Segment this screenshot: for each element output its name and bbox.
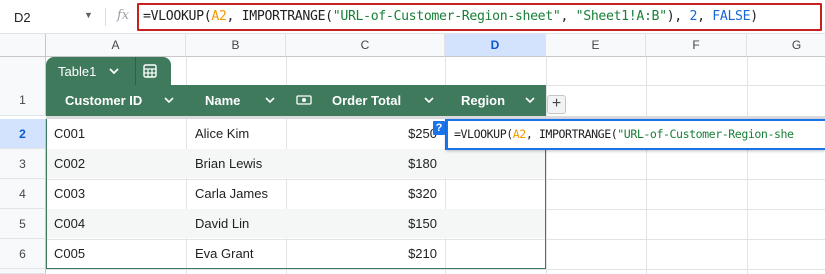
formula-cell-ref: A2 [211, 9, 227, 24]
formula-text: =VLOOKUP(A2, IMPORTRANGE("URL-of-Custome… [143, 9, 758, 24]
table-header-row: Customer ID Name Order Total Region [46, 85, 546, 116]
formula-help-button[interactable]: ? [433, 121, 445, 135]
cell-order-total[interactable]: $150 [347, 216, 437, 231]
column-header-e[interactable]: E [546, 34, 646, 57]
row-header-2[interactable]: 2 [0, 119, 46, 149]
table-name-tab[interactable]: Table1 [46, 57, 171, 85]
chevron-down-icon[interactable] [523, 93, 537, 107]
caret-down-icon[interactable]: ▼ [84, 10, 93, 20]
table-name: Table1 [58, 64, 97, 79]
row-header-1[interactable]: 1 [0, 85, 46, 116]
column-header-b[interactable]: B [186, 34, 286, 57]
grid-line [46, 269, 825, 270]
formula-url-string: "URL-of-Customer-Region-she [617, 127, 794, 141]
table-column-name[interactable]: Name [186, 85, 286, 116]
cell-order-total[interactable]: $180 [347, 156, 437, 171]
chevron-down-icon[interactable] [422, 93, 436, 107]
table-column-label: Customer ID [65, 93, 143, 108]
column-header-g[interactable]: G [747, 34, 825, 57]
cell-editor-formula: =VLOOKUP(A2, IMPORTRANGE("URL-of-Custome… [454, 127, 794, 141]
column-header-f[interactable]: F [646, 34, 747, 57]
formula-boolean: FALSE [712, 9, 751, 24]
formula-cell-ref: A2 [512, 127, 527, 141]
column-header-a[interactable]: A [46, 34, 186, 57]
row-header-3[interactable]: 3 [0, 149, 46, 179]
row-header-5[interactable]: 5 [0, 209, 46, 239]
table-tab-divider [135, 57, 136, 85]
formula-separator: , IMPORTRANGE( [226, 9, 334, 24]
chevron-down-icon[interactable] [162, 93, 176, 107]
select-all-corner[interactable] [0, 34, 46, 57]
cell-name[interactable]: Carla James [195, 186, 268, 201]
formula-function: =VLOOKUP( [454, 127, 513, 141]
row-header-7 [0, 269, 46, 274]
formula-input[interactable]: =VLOOKUP(A2, IMPORTRANGE("URL-of-Custome… [137, 3, 822, 31]
row-header-6[interactable]: 6 [0, 239, 46, 269]
formula-bar-divider [105, 8, 106, 26]
formula-separator: ), [666, 9, 690, 24]
grid-line [646, 57, 647, 274]
formula-close-paren: ) [750, 9, 758, 24]
currency-icon [296, 95, 312, 105]
column-header-d[interactable]: D [445, 34, 546, 57]
formula-separator: , [560, 9, 576, 24]
formula-separator: , [697, 9, 713, 24]
cell-name[interactable]: Brian Lewis [195, 156, 262, 171]
fx-icon: fx [117, 8, 130, 23]
cell-order-total[interactable]: $210 [347, 246, 437, 261]
cell-name[interactable]: Eva Grant [195, 246, 254, 261]
add-column-button[interactable]: + [547, 95, 566, 114]
chevron-down-icon[interactable] [263, 93, 277, 107]
formula-url-string: "URL-of-Customer-Region-sheet" [332, 9, 561, 24]
formula-bar: D2 ▼ fx =VLOOKUP(A2, IMPORTRANGE("URL-of… [0, 0, 825, 34]
cell-customer-id[interactable]: C005 [54, 246, 85, 261]
chevron-down-icon[interactable] [106, 63, 122, 79]
formula-column-index: 2 [689, 9, 698, 24]
formula-separator: , IMPORTRANGE( [525, 127, 618, 141]
name-box[interactable]: D2 ▼ [0, 4, 104, 30]
table-column-order-total[interactable]: Order Total [286, 85, 445, 116]
row-header-spacer [0, 57, 46, 85]
formula-range-string: "Sheet1!A:B" [575, 9, 667, 24]
table-column-label: Name [205, 93, 241, 108]
grid-line [546, 57, 547, 274]
cell-name[interactable]: Alice Kim [195, 126, 249, 141]
cell-editor[interactable]: =VLOOKUP(A2, IMPORTRANGE("URL-of-Custome… [446, 119, 825, 150]
table-row: C004 David Lin $150 [47, 209, 545, 238]
table-row: C003 Carla James $320 [47, 179, 545, 208]
cell-customer-id[interactable]: C002 [54, 156, 85, 171]
formula-function: =VLOOKUP( [143, 9, 212, 24]
table-column-label: Order Total [332, 93, 402, 108]
column-header-c[interactable]: C [286, 34, 445, 57]
cell-customer-id[interactable]: C001 [54, 126, 85, 141]
table-column-label: Region [461, 93, 506, 108]
cell-order-total[interactable]: $320 [347, 186, 437, 201]
table-row: C002 Brian Lewis $180 [47, 149, 545, 178]
cell-customer-id[interactable]: C004 [54, 216, 85, 231]
name-box-value: D2 [14, 10, 31, 25]
table-column-customer-id[interactable]: Customer ID [46, 85, 186, 116]
cell-name[interactable]: David Lin [195, 216, 249, 231]
grid-icon[interactable] [142, 63, 158, 79]
table-column-region[interactable]: Region [445, 85, 546, 116]
cell-order-total[interactable]: $250 [347, 126, 437, 141]
row-header-4[interactable]: 4 [0, 179, 46, 209]
cell-customer-id[interactable]: C003 [54, 186, 85, 201]
grid-line [747, 57, 748, 274]
table-row: C005 Eva Grant $210 [47, 239, 545, 268]
